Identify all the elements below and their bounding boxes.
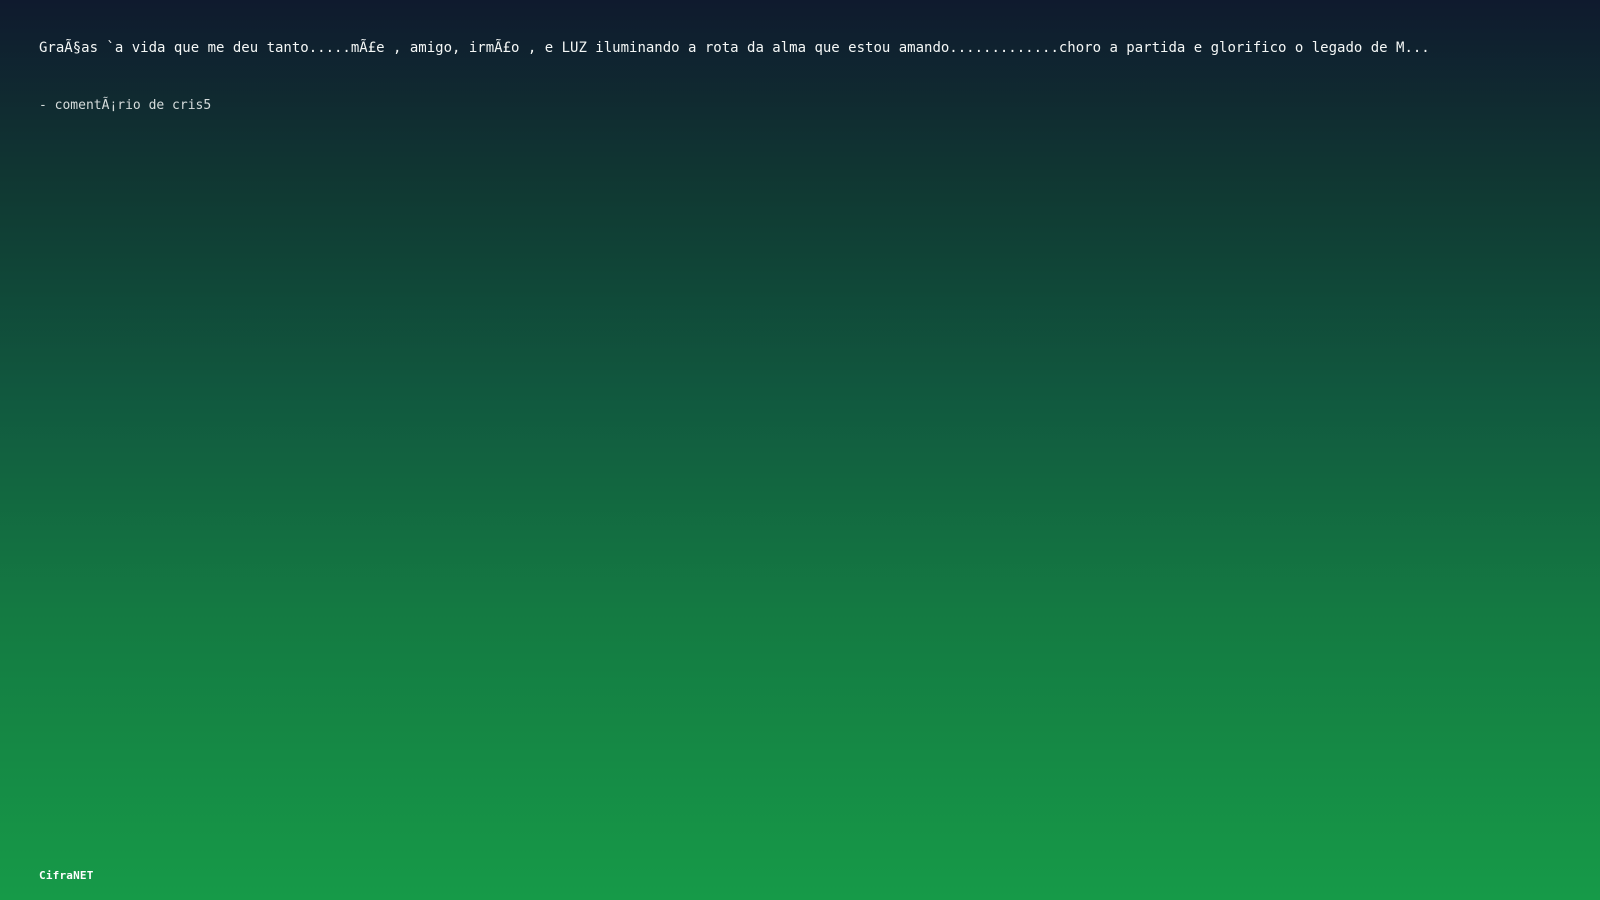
brand-logo-text: CifraNET bbox=[39, 869, 94, 882]
comment-text: GraÃ§as `a vida que me deu tanto.....mÃ£… bbox=[39, 40, 1430, 56]
comment-author: - comentÃ¡rio de cris5 bbox=[39, 98, 212, 113]
